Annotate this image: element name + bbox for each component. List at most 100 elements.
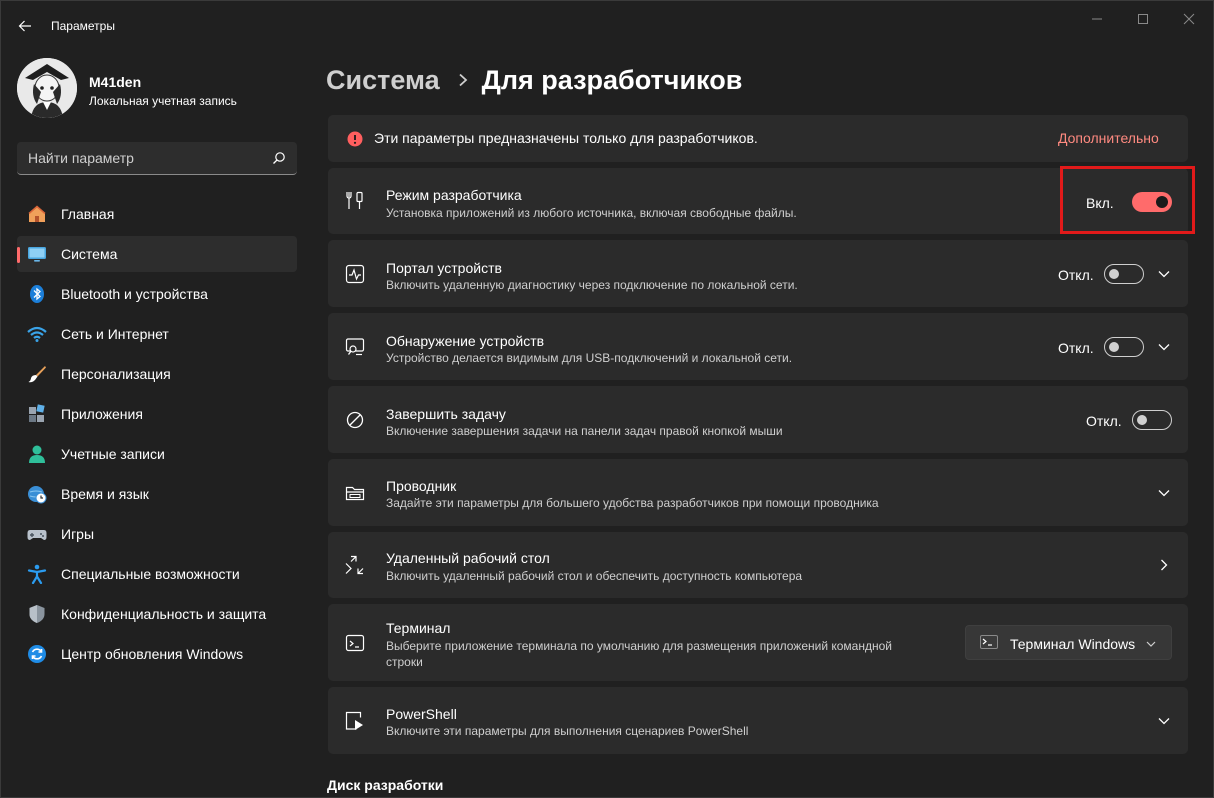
terminal-icon — [345, 633, 365, 653]
folder-icon — [345, 483, 365, 503]
setting-title: Обнаружение устройств — [386, 333, 545, 349]
breadcrumb-parent-link[interactable]: Система — [326, 65, 440, 96]
sidebar-item-system[interactable]: Система — [17, 236, 297, 272]
dev-mode-setting: Режим разработчика Установка приложений … — [328, 168, 1188, 234]
sidebar-item-network[interactable]: Сеть и Интернет — [17, 316, 297, 352]
chevron-down-icon[interactable] — [1156, 339, 1172, 355]
back-button[interactable] — [10, 12, 40, 40]
close-button[interactable] — [1166, 6, 1212, 32]
setting-description: Задайте эти параметры для большего удобс… — [386, 496, 879, 510]
setting-description: Установка приложений из любого источника… — [386, 206, 797, 220]
end-task-setting: Завершить задачу Включение завершения за… — [328, 386, 1188, 453]
toggle-state-label: Откл. — [1086, 413, 1122, 429]
sidebar-item-label: Система — [61, 246, 118, 262]
device-discovery-toggle[interactable] — [1104, 337, 1144, 357]
sidebar-item-home[interactable]: Главная — [17, 196, 297, 232]
device-discovery-setting[interactable]: Обнаружение устройств Устройство делаетс… — [328, 313, 1188, 380]
sidebar-item-gaming[interactable]: Игры — [17, 516, 297, 552]
pulse-monitor-icon — [345, 264, 365, 284]
sidebar-item-label: Конфиденциальность и защита — [61, 606, 267, 622]
account-type: Локальная учетная запись — [89, 94, 237, 108]
more-info-link[interactable]: Дополнительно — [1058, 130, 1159, 146]
section-heading: Диск разработки — [327, 777, 444, 793]
sidebar-item-label: Время и язык — [61, 486, 149, 502]
sidebar-item-label: Центр обновления Windows — [61, 646, 244, 662]
setting-description: Включить удаленный рабочий стол и обеспе… — [386, 569, 803, 583]
setting-title: Терминал — [386, 620, 451, 636]
chevron-down-icon — [1145, 637, 1157, 655]
explorer-setting[interactable]: Проводник Задайте эти параметры для боль… — [328, 459, 1188, 526]
terminal-app-select[interactable]: Терминал Windows — [965, 625, 1172, 660]
brush-icon — [27, 364, 47, 384]
setting-title: Завершить задачу — [386, 406, 506, 422]
setting-title: Проводник — [386, 478, 457, 494]
device-portal-setting[interactable]: Портал устройств Включить удаленную диаг… — [328, 240, 1188, 307]
sidebar-item-label: Главная — [61, 206, 115, 222]
remote-desktop-icon — [345, 555, 365, 575]
remote-desktop-setting[interactable]: Удаленный рабочий стол Включить удаленны… — [328, 532, 1188, 598]
update-icon — [27, 644, 47, 664]
accounts-icon — [27, 444, 47, 464]
sidebar-item-accounts[interactable]: Учетные записи — [17, 436, 297, 472]
device-search-icon — [345, 337, 365, 357]
banner-text: Эти параметры предназначены только для р… — [374, 130, 758, 146]
setting-title: Портал устройств — [386, 260, 502, 276]
gamepad-icon — [27, 524, 47, 544]
bluetooth-icon — [27, 284, 47, 304]
chevron-down-icon[interactable] — [1156, 485, 1172, 501]
system-icon — [27, 244, 47, 264]
device-portal-toggle[interactable] — [1104, 264, 1144, 284]
toggle-state-label: Откл. — [1058, 267, 1094, 283]
back-arrow-icon — [18, 20, 31, 32]
sidebar-nav: Главная Система Bluetooth и устройства С… — [17, 196, 297, 676]
powershell-icon — [345, 711, 365, 731]
setting-title: PowerShell — [386, 706, 457, 722]
sidebar-item-label: Сеть и Интернет — [61, 326, 169, 342]
title-bar: Параметры — [0, 0, 1214, 52]
breadcrumb: Система Для разработчиков — [326, 60, 742, 100]
powershell-setting[interactable]: PowerShell Включите эти параметры для вы… — [328, 687, 1188, 754]
chevron-right-icon[interactable] — [1156, 557, 1172, 573]
search-box[interactable] — [17, 142, 297, 175]
minimize-button[interactable] — [1074, 6, 1120, 32]
page-title: Для разработчиков — [481, 64, 743, 95]
sidebar-item-personalization[interactable]: Персонализация — [17, 356, 297, 392]
selected-terminal: Терминал Windows — [1010, 636, 1136, 652]
sidebar-item-label: Персонализация — [61, 366, 171, 382]
sidebar-item-time-language[interactable]: Время и язык — [17, 476, 297, 512]
wifi-icon — [27, 324, 47, 344]
sidebar-item-bluetooth[interactable]: Bluetooth и устройства — [17, 276, 297, 312]
setting-description: Выберите приложение терминала по умолчан… — [386, 639, 892, 669]
developer-tools-icon — [345, 191, 365, 211]
info-banner: Эти параметры предназначены только для р… — [328, 115, 1188, 162]
error-icon — [345, 129, 365, 149]
sidebar-item-apps[interactable]: Приложения — [17, 396, 297, 432]
shield-icon — [27, 604, 47, 624]
sidebar-item-windows-update[interactable]: Центр обновления Windows — [17, 636, 297, 672]
sidebar-item-label: Игры — [61, 526, 95, 542]
user-name: M41den — [89, 74, 142, 90]
minimize-icon — [1092, 18, 1102, 20]
sidebar-item-label: Приложения — [61, 406, 143, 422]
toggle-state-label: Откл. — [1058, 340, 1094, 356]
chevron-right-icon — [458, 73, 468, 87]
maximize-button[interactable] — [1120, 6, 1166, 32]
sidebar-item-label: Учетные записи — [61, 446, 165, 462]
search-input[interactable] — [17, 142, 257, 174]
setting-description: Устройство делается видимым для USB-подк… — [386, 351, 793, 365]
setting-description: Включить удаленную диагностику через под… — [386, 278, 798, 292]
search-icon[interactable] — [272, 151, 286, 165]
app-title: Параметры — [51, 19, 115, 33]
apps-icon — [27, 404, 47, 424]
sidebar-item-accessibility[interactable]: Специальные возможности — [17, 556, 297, 592]
sidebar-item-privacy[interactable]: Конфиденциальность и защита — [17, 596, 297, 632]
setting-description: Включение завершения задачи на панели за… — [386, 424, 783, 438]
sidebar-item-label: Bluetooth и устройства — [61, 286, 208, 302]
sidebar-item-label: Специальные возможности — [61, 566, 240, 582]
chevron-down-icon[interactable] — [1156, 266, 1172, 282]
setting-description: Включите эти параметры для выполнения сц… — [386, 724, 749, 738]
avatar[interactable] — [17, 58, 77, 118]
maximize-icon — [1138, 14, 1148, 24]
end-task-toggle[interactable] — [1132, 410, 1172, 430]
chevron-down-icon[interactable] — [1156, 713, 1172, 729]
